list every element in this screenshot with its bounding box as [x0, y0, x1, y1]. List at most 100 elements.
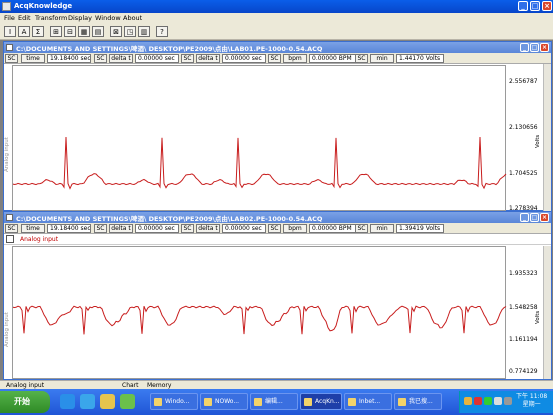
measure-type-3[interactable]: delta t: [196, 54, 220, 63]
y-tick-2-2: 1.548258: [509, 304, 538, 311]
measure-type-4[interactable]: bpm: [283, 224, 307, 233]
close-button[interactable]: ×: [542, 1, 552, 11]
measure-type-3[interactable]: delta t: [196, 224, 220, 233]
taskbar-item-1[interactable]: Windo...: [150, 393, 198, 410]
tray-icon-5[interactable]: [504, 397, 512, 405]
y-axis-label-2: Analog input: [4, 312, 10, 347]
y-tick-1-2: 2.130656: [509, 124, 538, 131]
measurement-row-1: SC time 19.18400 sec SC delta t 0.00000 …: [4, 53, 551, 64]
measure-channel-2[interactable]: SC: [94, 54, 107, 63]
measure-value-1: 19.18400 sec: [47, 224, 91, 233]
document-icon: [6, 44, 13, 51]
tool-tile-icon[interactable]: ◳: [124, 26, 136, 37]
waveform-plot-2[interactable]: [12, 246, 507, 379]
measure-channel-3[interactable]: SC: [181, 224, 194, 233]
tray-icon-3[interactable]: [484, 397, 492, 405]
tool-annotate-icon[interactable]: A: [18, 26, 30, 37]
tool-minus-icon[interactable]: ⊟: [64, 26, 76, 37]
y-axis-label-1: Analog input: [4, 137, 10, 172]
measure-channel-1[interactable]: SC: [5, 54, 18, 63]
tray-icon-2[interactable]: [474, 397, 482, 405]
window-icon: [254, 398, 262, 406]
measure-channel-5[interactable]: SC: [355, 224, 368, 233]
taskbar-item-4[interactable]: AcqKn...: [300, 393, 342, 410]
measure-value-5: 1.39419 Volts: [396, 224, 444, 233]
menu-transform[interactable]: Transform: [35, 14, 67, 22]
maximize-button[interactable]: □: [530, 1, 540, 11]
measure-channel-4[interactable]: SC: [268, 224, 281, 233]
menu-edit[interactable]: Edit: [18, 14, 31, 22]
clock: 下午 11:08 星期一: [516, 393, 548, 408]
window-2-close-button[interactable]: ×: [540, 213, 549, 222]
graph-window-1-titlebar[interactable]: C:\DOCUMENTS AND SETTINGS\啤酒\ DESKTOP\PE…: [4, 42, 551, 53]
measure-type-1[interactable]: time: [21, 224, 45, 233]
channel-checkbox[interactable]: [6, 235, 14, 243]
tray-icon-1[interactable]: [464, 397, 472, 405]
tool-table-icon[interactable]: ▦: [78, 26, 90, 37]
window-1-close-button[interactable]: ×: [540, 43, 549, 52]
menu-window[interactable]: Window: [95, 14, 121, 22]
tool-help-icon[interactable]: ?: [156, 26, 168, 37]
menu-bar: File Edit Transform Display Window About: [0, 13, 553, 24]
app-title: AcqKnowledge: [14, 2, 73, 10]
graph-window-2[interactable]: C:\DOCUMENTS AND SETTINGS\啤酒\ DESKTOP\PE…: [3, 211, 552, 380]
y-unit-2: Volts: [535, 310, 541, 324]
status-channel: Analog input: [6, 382, 45, 389]
measure-channel-2[interactable]: SC: [94, 224, 107, 233]
taskbar-item-6[interactable]: 我已搜...: [394, 393, 442, 410]
menu-about[interactable]: About: [123, 14, 142, 22]
quicklaunch-ie-icon[interactable]: [60, 394, 75, 409]
status-tab-chart[interactable]: Chart: [122, 382, 139, 389]
vertical-scrollbar-1[interactable]: [543, 64, 551, 211]
measure-value-5: 1.44170 Volts: [396, 54, 444, 63]
start-button[interactable]: 开始: [0, 391, 50, 413]
vertical-scrollbar-2[interactable]: [543, 246, 551, 379]
measure-type-2[interactable]: delta t: [109, 224, 133, 233]
quicklaunch-app-icon[interactable]: [120, 394, 135, 409]
measure-type-1[interactable]: time: [21, 54, 45, 63]
taskbar-item-3[interactable]: 编辑...: [250, 393, 298, 410]
window-2-maximize-button[interactable]: □: [530, 213, 539, 222]
y-tick-2-4: 0.774129: [509, 368, 538, 375]
y-tick-1-3: 1.704525: [509, 170, 538, 177]
channel-bar: Analog input: [4, 234, 551, 245]
taskbar-item-5[interactable]: Inbet...: [344, 393, 392, 410]
quicklaunch-media-icon[interactable]: [80, 394, 95, 409]
measure-channel-3[interactable]: SC: [181, 54, 194, 63]
measure-channel-1[interactable]: SC: [5, 224, 18, 233]
measure-channel-5[interactable]: SC: [355, 54, 368, 63]
measure-type-5[interactable]: min: [370, 54, 394, 63]
y-tick-2-1: 1.935323: [509, 270, 538, 277]
ecg-trace-2: [12, 305, 507, 335]
window-1-maximize-button[interactable]: □: [530, 43, 539, 52]
window-icon: [154, 398, 162, 406]
measure-channel-4[interactable]: SC: [268, 54, 281, 63]
channel-label: Analog input: [20, 236, 59, 243]
graph-window-1[interactable]: C:\DOCUMENTS AND SETTINGS\啤酒\ DESKTOP\PE…: [3, 41, 552, 211]
measure-type-2[interactable]: delta t: [109, 54, 133, 63]
measure-type-5[interactable]: min: [370, 224, 394, 233]
measure-type-4[interactable]: bpm: [283, 54, 307, 63]
waveform-plot-1[interactable]: [12, 65, 507, 211]
graph-window-2-titlebar[interactable]: C:\DOCUMENTS AND SETTINGS\啤酒\ DESKTOP\PE…: [4, 212, 551, 223]
tool-grid-icon[interactable]: ⊞: [50, 26, 62, 37]
taskbar-item-2[interactable]: NOWo...: [200, 393, 248, 410]
tool-select-icon[interactable]: I: [4, 26, 16, 37]
status-tab-memory[interactable]: Memory: [147, 382, 171, 389]
window-icon: [398, 398, 406, 406]
tool-columns-icon[interactable]: ▥: [138, 26, 150, 37]
window-2-minimize-button[interactable]: _: [520, 213, 529, 222]
tool-sum-icon[interactable]: Σ: [32, 26, 44, 37]
tray-icon-4[interactable]: [494, 397, 502, 405]
window-icon: [204, 398, 212, 406]
tool-box-icon[interactable]: ⊠: [110, 26, 122, 37]
quicklaunch-folder-icon[interactable]: [100, 394, 115, 409]
window-icon: [348, 398, 356, 406]
window-icon: [304, 398, 312, 406]
menu-file[interactable]: File: [4, 14, 15, 22]
window-1-minimize-button[interactable]: _: [520, 43, 529, 52]
measure-value-3: 0.00000 sec: [222, 224, 266, 233]
minimize-button[interactable]: _: [518, 1, 528, 11]
menu-display[interactable]: Display: [68, 14, 92, 22]
tool-list-icon[interactable]: ▤: [92, 26, 104, 37]
